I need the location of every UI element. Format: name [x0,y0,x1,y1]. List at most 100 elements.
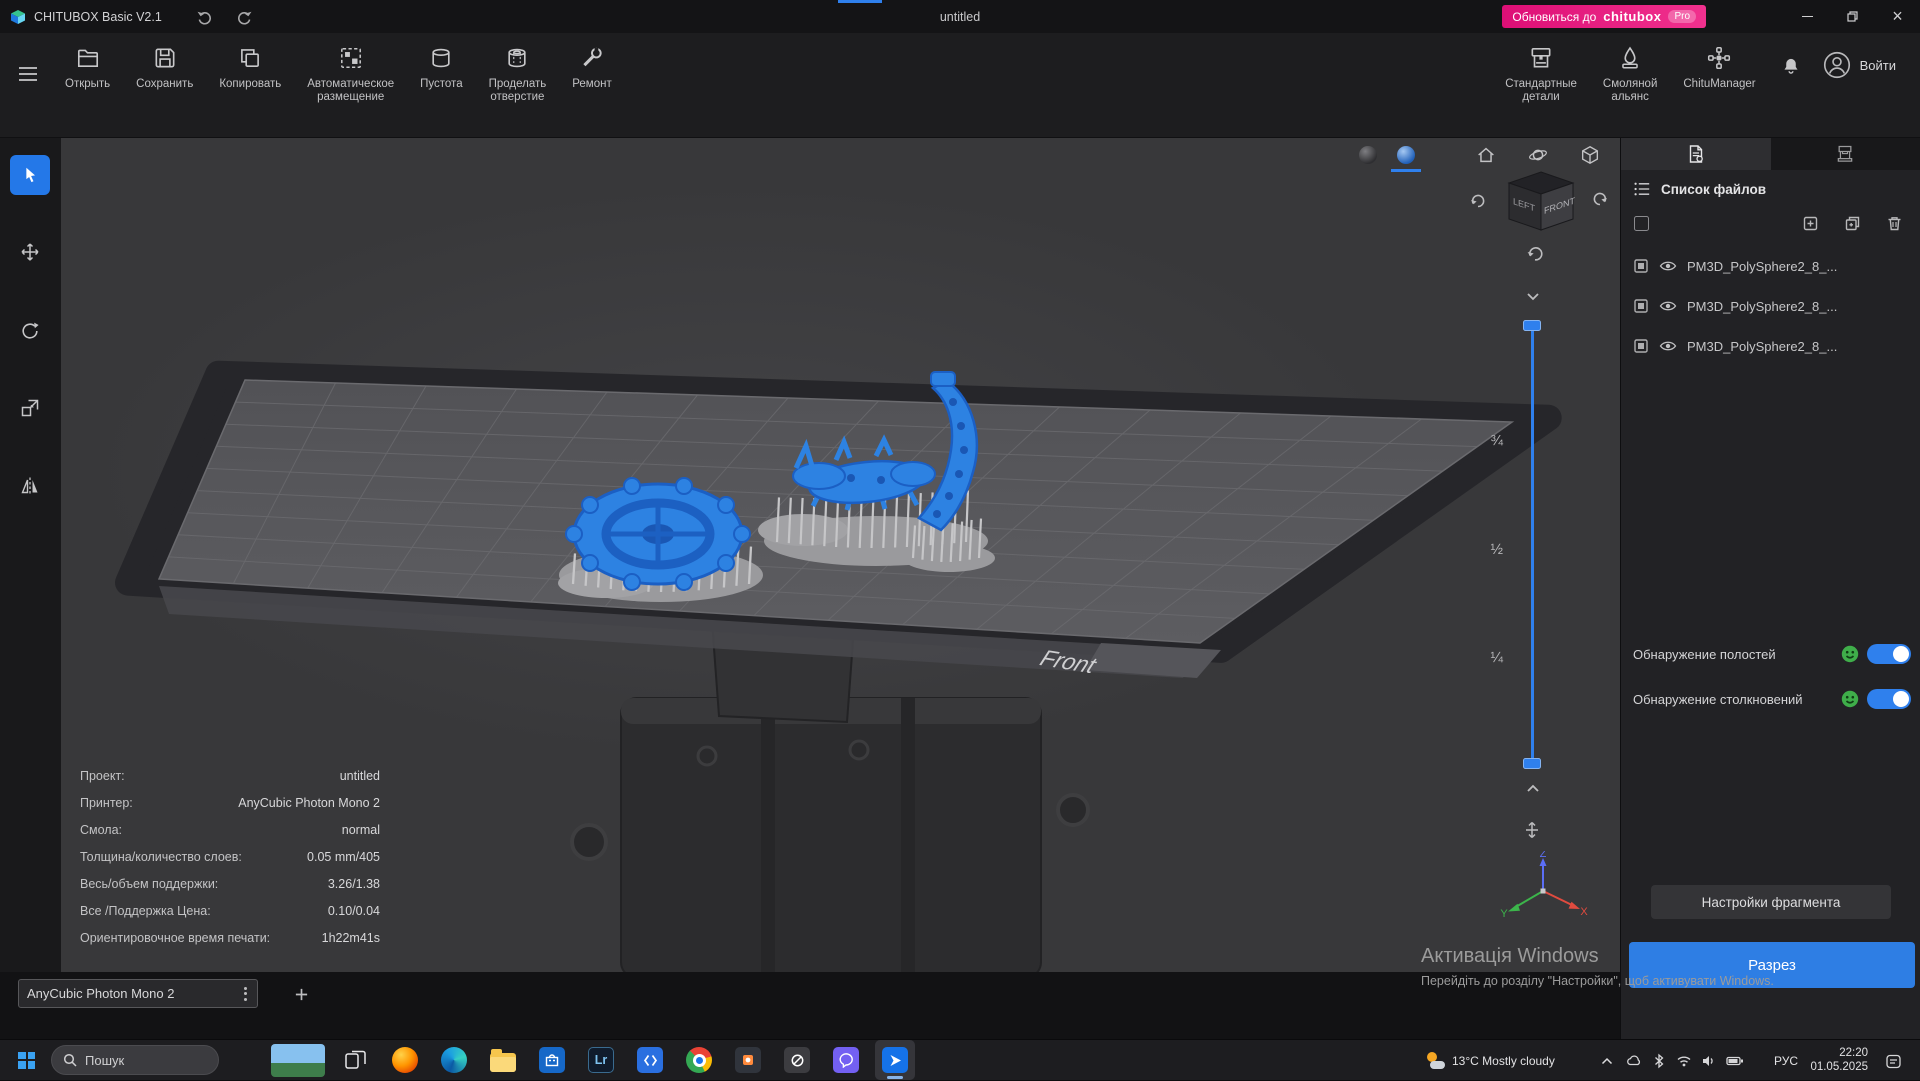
taskbar-search[interactable]: Пошук [51,1045,219,1075]
main-menu-button[interactable] [10,59,46,89]
tool-scale[interactable] [10,388,50,428]
slider-collapse-bottom-button[interactable] [1520,778,1546,798]
slice-button[interactable]: Разрез [1629,942,1915,988]
toolbar-chitumanager-button[interactable]: ChituManager [1670,33,1768,95]
hollow-cylinder-icon [428,45,454,71]
toolbar-copy-button[interactable]: Копировать [206,33,294,95]
toolbar-auto-layout-button[interactable]: Автоматическоеразмещение [294,33,407,108]
tool-move-model[interactable] [10,155,50,195]
taskbar-app-firefox[interactable] [385,1040,425,1080]
minimize-icon [1802,16,1813,18]
orbit-view-button[interactable] [1524,141,1552,169]
render-mode-solid-button[interactable] [1353,140,1383,170]
notification-icon [1885,1053,1902,1070]
toolbar-repair-button[interactable]: Ремонт [559,33,624,95]
upgrade-pro-button[interactable]: Обновиться до chitubox Pro [1502,5,1706,28]
render-mode-transparent-button[interactable] [1391,140,1421,170]
login-button[interactable]: Войти [1813,33,1914,79]
viewport[interactable]: Front [61,138,1620,972]
file-list-actions [1621,210,1920,236]
collision-detection-toggle[interactable] [1867,689,1911,709]
add-group-button[interactable] [1839,210,1865,236]
main-toolbar: Открыть Сохранить Копировать Автоматичес… [0,33,1920,138]
perspective-cube-button[interactable] [1576,141,1604,169]
repair-wrench-icon [579,45,605,71]
collision-detection-row: Обнаружение столкновений [1633,684,1911,714]
tool-mirror[interactable] [10,466,50,506]
close-button[interactable]: × [1875,0,1920,33]
cube-icon [1579,144,1601,166]
tool-translate[interactable] [10,232,50,272]
layer-slider-top-handle[interactable] [1523,320,1541,331]
restore-button[interactable] [1830,0,1875,33]
tray-clock[interactable]: 22:20 01.05.2025 [1806,1047,1868,1074]
eye-visibility-icon[interactable] [1659,260,1677,272]
fragment-settings-button[interactable]: Настройки фрагмента [1651,885,1891,919]
taskbar-app-editor[interactable] [728,1040,768,1080]
undo-button[interactable] [190,0,220,33]
taskbar-app-chrome[interactable] [679,1040,719,1080]
weather-widget-thumbnail [271,1044,325,1077]
delete-file-button[interactable] [1881,210,1907,236]
axis-gizmo[interactable]: Z X Y [1498,851,1588,929]
toolbar-save-button[interactable]: Сохранить [123,33,206,95]
taskbar-app-chitubox-active[interactable] [875,1040,915,1080]
project-stats: Проект:untitled Принтер:AnyCubic Photon … [80,762,380,951]
rotate-view-right-button[interactable] [1589,188,1611,210]
app-title: CHITUBOX Basic V2.1 [34,10,162,24]
cavity-status-smiley-icon [1841,645,1859,663]
printer-selector[interactable]: AnyCubic Photon Mono 2 [18,979,258,1008]
taskbar-app-explorer[interactable] [483,1040,523,1080]
slider-label-three-quarters: ¾ [1481,432,1503,449]
tray-language[interactable]: РУС [1774,1054,1798,1068]
auto-layout-icon [338,45,364,71]
file-row[interactable]: PM3D_PolySphere2_8_... [1621,246,1920,286]
start-button[interactable] [6,1040,47,1081]
tool-rotate[interactable] [10,311,50,351]
rotate-view-left-button[interactable] [1467,190,1489,212]
taskbar-app-edge[interactable] [434,1040,474,1080]
tab-file-list[interactable] [1621,138,1771,170]
toolbar-hollow-button[interactable]: Пустота [407,33,475,95]
rotate-left-icon [1470,193,1486,209]
slider-collapse-top-button[interactable] [1520,286,1546,306]
toolbar-open-button[interactable]: Открыть [52,33,123,95]
notification-center-button[interactable] [1882,1050,1904,1072]
tray-icons[interactable] [1626,1040,1744,1081]
toolbar-dig-hole-button[interactable]: Проделатьотверстие [476,33,560,108]
notifications-button[interactable] [1769,41,1813,93]
printer-menu-icon[interactable] [242,985,249,1003]
view-cube[interactable]: LEFT FRONT [1498,168,1584,240]
toolbar-resin-alliance-button[interactable]: Смолянойальянс [1590,33,1670,108]
tray-expand-button[interactable] [1598,1052,1616,1070]
taskbar-app-lightroom[interactable]: Lr [581,1040,621,1080]
taskbar-app-task-view[interactable] [336,1040,376,1080]
eye-visibility-icon[interactable] [1659,300,1677,312]
file-row[interactable]: PM3D_PolySphere2_8_... [1621,326,1920,366]
rotate-view-ccw-button[interactable] [1523,242,1547,266]
tray-weather[interactable]: 13°C Mostly cloudy [1425,1040,1555,1081]
taskbar-app-code[interactable] [630,1040,670,1080]
minimize-button[interactable] [1785,0,1830,33]
toolbar-standard-parts-button[interactable]: Стандартныедетали [1492,33,1590,108]
taskbar-app-store[interactable] [532,1040,572,1080]
reset-height-range-button[interactable] [1518,816,1546,844]
layer-slider-bottom-handle[interactable] [1523,758,1541,769]
layer-slider-track[interactable] [1531,328,1534,766]
widgets-button[interactable] [271,1044,325,1077]
home-view-button[interactable] [1472,141,1500,169]
add-printer-button[interactable] [288,981,314,1007]
cavity-detection-toggle[interactable] [1867,644,1911,664]
file-row[interactable]: PM3D_PolySphere2_8_... [1621,286,1920,326]
eye-visibility-icon[interactable] [1659,340,1677,352]
dig-hole-icon [504,45,530,71]
add-file-button[interactable] [1797,210,1823,236]
select-all-checkbox[interactable] [1634,216,1649,231]
stat-row: Смола:normal [80,816,380,843]
firefox-icon [392,1047,418,1073]
taskbar-app-utility[interactable] [777,1040,817,1080]
redo-button[interactable] [230,0,260,33]
taskbar-app-viber[interactable] [826,1040,866,1080]
restore-icon [1847,11,1858,22]
tab-print-settings[interactable] [1771,138,1920,170]
